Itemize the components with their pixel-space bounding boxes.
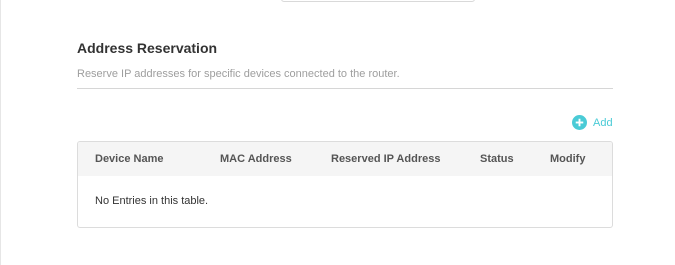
section-divider <box>77 88 613 89</box>
reservation-table: Device Name MAC Address Reserved IP Addr… <box>77 141 613 228</box>
column-header-status: Status <box>480 153 514 165</box>
column-header-modify: Modify <box>550 153 586 165</box>
add-button[interactable]: Add <box>572 115 613 130</box>
left-border <box>0 0 1 265</box>
section-description: Reserve IP addresses for specific device… <box>77 68 400 80</box>
plus-circle-icon <box>572 115 587 130</box>
column-header-device-name: Device Name <box>95 153 164 165</box>
table-header: Device Name MAC Address Reserved IP Addr… <box>78 142 612 176</box>
add-button-label: Add <box>593 116 613 129</box>
address-reservation-page: Address Reservation Reserve IP addresses… <box>0 0 675 265</box>
column-header-reserved-ip: Reserved IP Address <box>331 153 441 165</box>
previous-field-input[interactable] <box>281 0 475 2</box>
section-title: Address Reservation <box>77 40 218 56</box>
column-header-mac-address: MAC Address <box>220 153 292 165</box>
table-empty-message: No Entries in this table. <box>95 195 209 207</box>
